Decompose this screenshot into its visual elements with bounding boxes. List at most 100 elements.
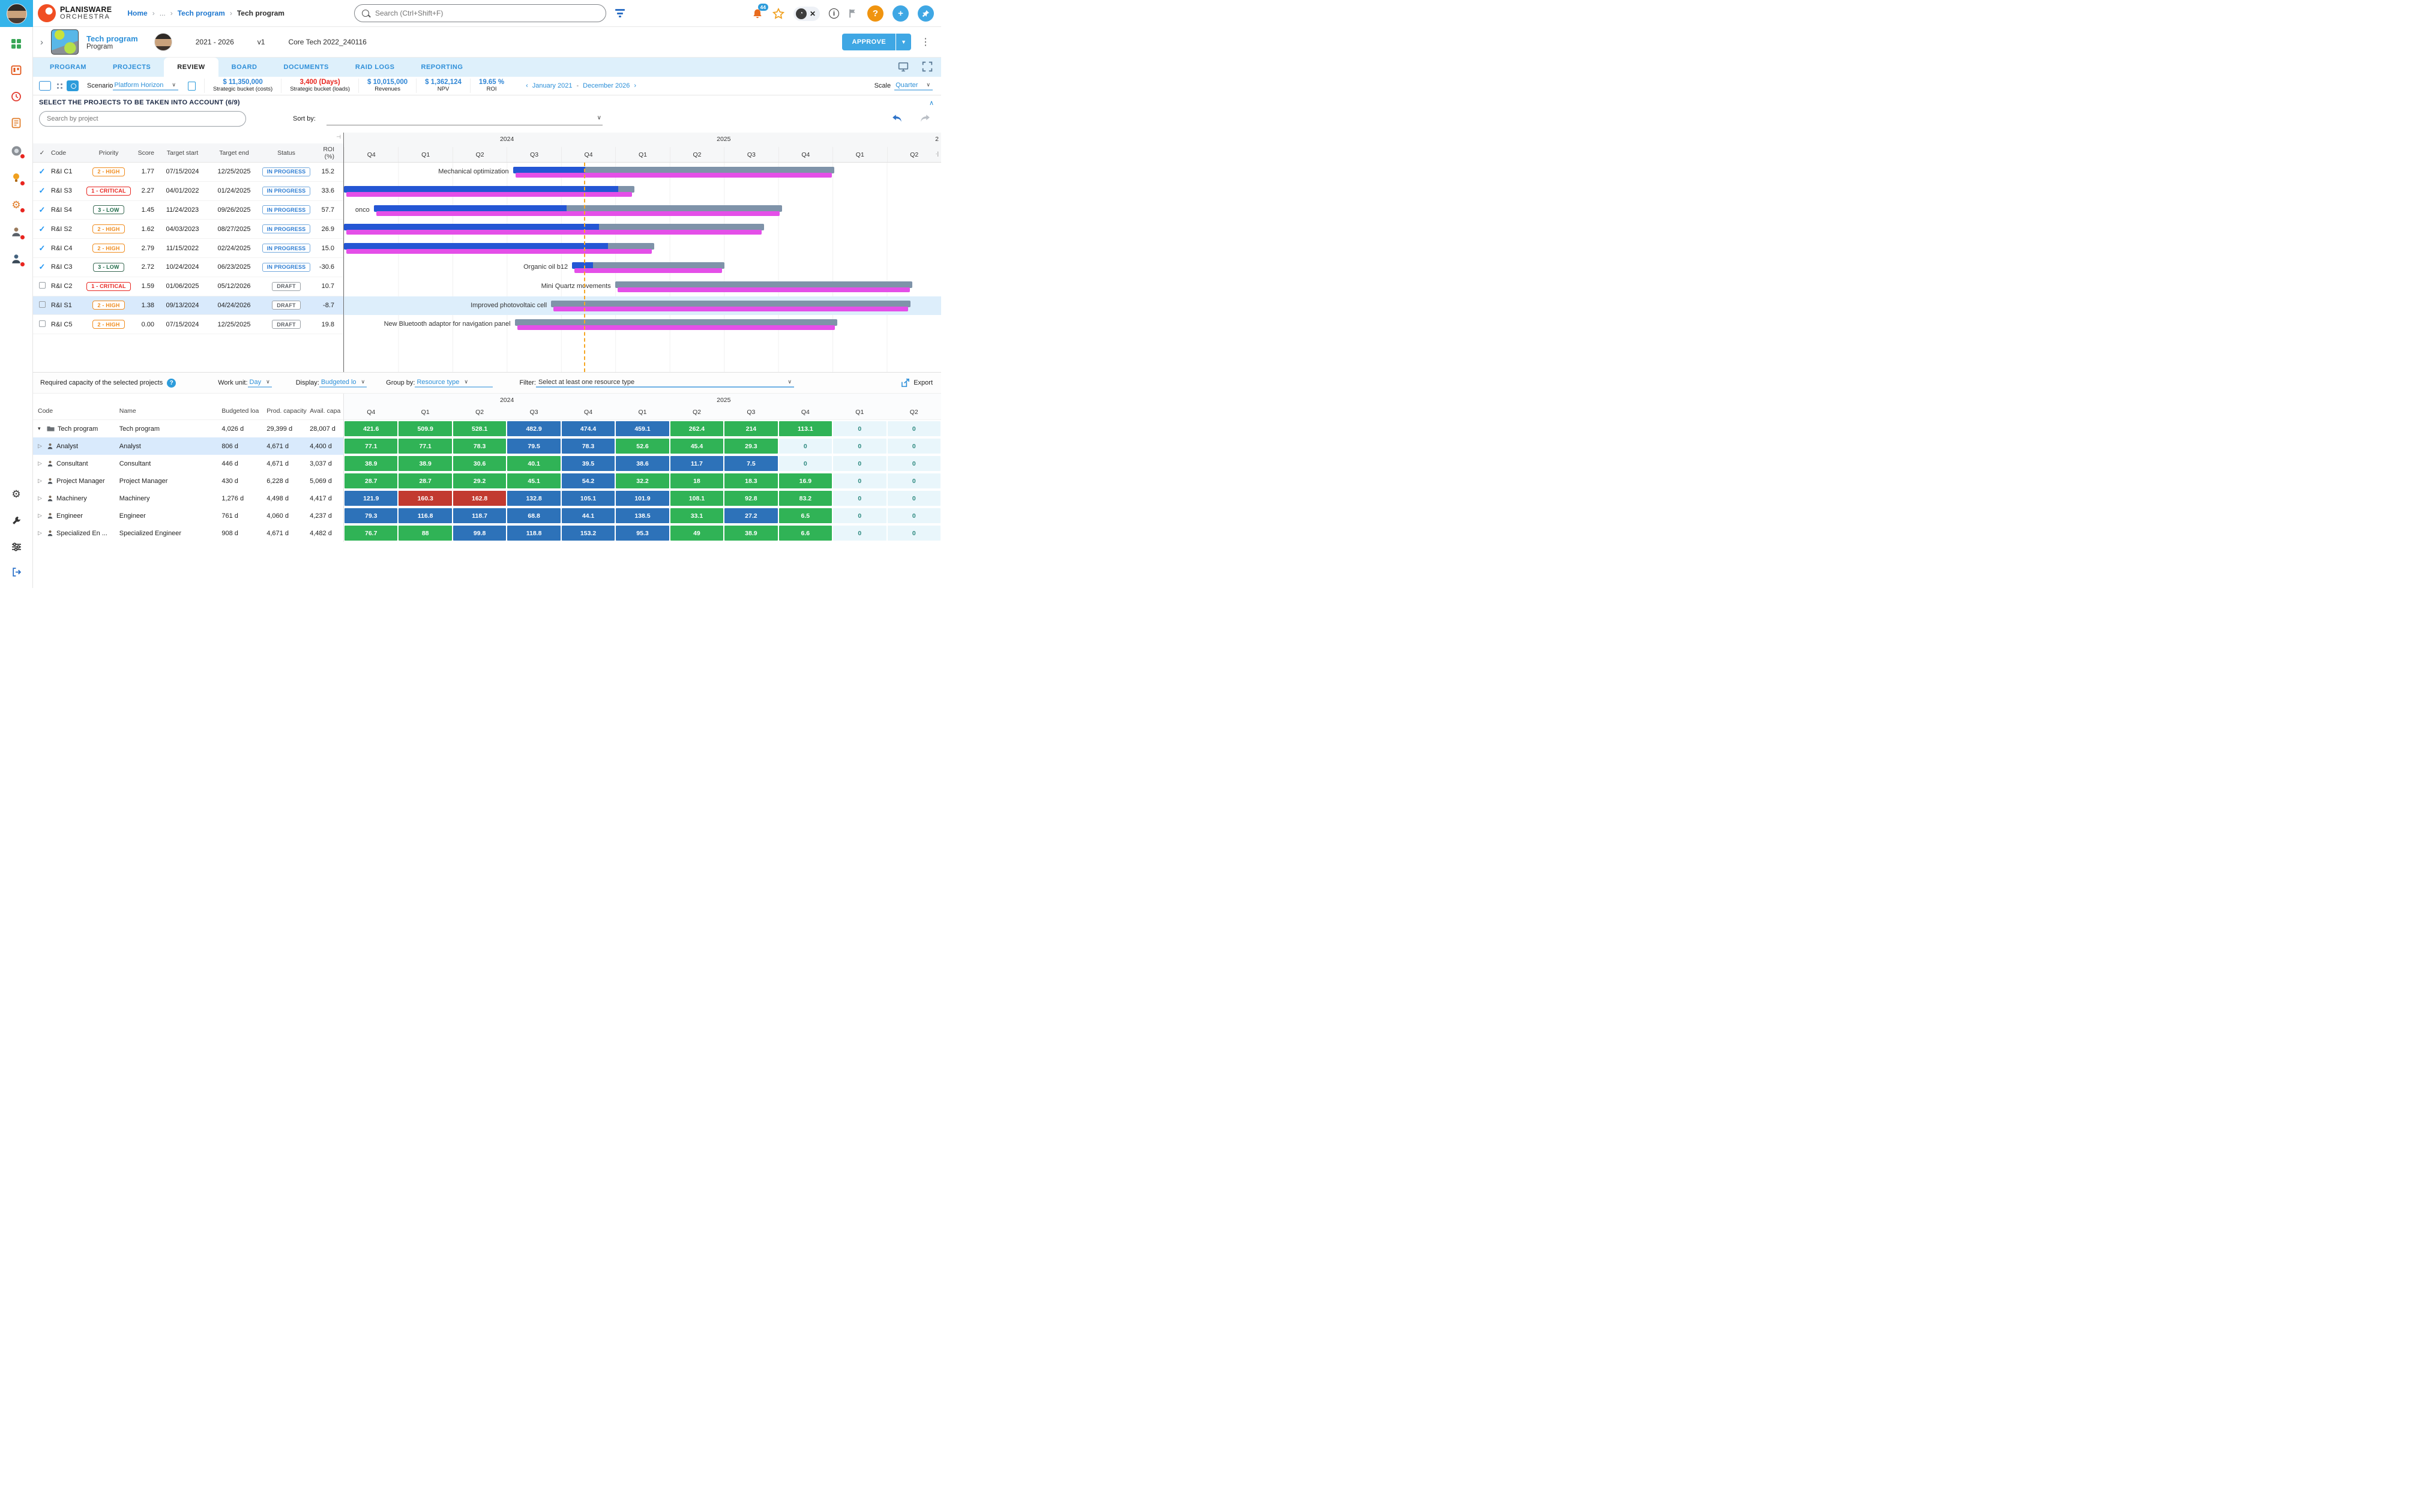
quarter-label[interactable]: Q4 [778, 147, 832, 162]
program-thumbnail[interactable] [51, 29, 79, 55]
column-code[interactable]: Code [33, 407, 117, 415]
redo-icon[interactable] [920, 114, 930, 124]
quarter-label[interactable]: Q4 [778, 404, 832, 419]
gantt-baseline-bar[interactable] [346, 249, 652, 254]
resource-row-machinery[interactable]: ▷MachineryMachinery1,276 d4,498 d4,417 d [33, 490, 343, 507]
quarter-label[interactable]: Q3 [724, 147, 778, 162]
gantt-baseline-bar[interactable] [553, 307, 908, 311]
quarter-label[interactable]: Q4 [561, 404, 615, 419]
info-icon[interactable]: i [829, 8, 839, 19]
logout-icon[interactable] [10, 565, 23, 578]
presentation-icon[interactable] [898, 61, 909, 72]
quarter-label[interactable]: Q3 [507, 147, 561, 162]
project-row-r-i-c2[interactable]: R&I C21 - CRITICAL1.5901/06/202505/12/20… [33, 277, 343, 296]
expander-closed-icon[interactable]: ▷ [38, 530, 44, 536]
form-icon[interactable] [10, 116, 23, 130]
automation-gear-icon[interactable]: ⚙ [10, 198, 23, 211]
gantt-baseline-bar[interactable] [574, 268, 722, 273]
view-active-icon[interactable] [67, 80, 79, 91]
gantt-scroll-handle[interactable]: ·| [936, 151, 939, 157]
help-pin-button[interactable]: ? [867, 5, 883, 22]
scale-select[interactable]: Quarter∨ [894, 82, 933, 91]
gantt-baseline-bar[interactable] [346, 230, 762, 235]
more-options-icon[interactable]: ⋮ [921, 36, 930, 48]
tab-projects[interactable]: PROJECTS [100, 58, 164, 77]
status-toggle[interactable]: ◔ ✕ [793, 7, 820, 21]
column-code[interactable]: Code [51, 149, 86, 157]
column-check[interactable]: ✓ [33, 149, 51, 157]
project-search-input[interactable] [39, 111, 246, 127]
column-prod-capacity[interactable]: Prod. capacity [266, 407, 310, 415]
idea-bulb-icon[interactable] [10, 171, 23, 184]
group-by-select[interactable]: Resource type∨ [415, 379, 493, 388]
work-unit-select[interactable]: Day∨ [248, 379, 272, 388]
pin-button[interactable] [918, 5, 934, 22]
resource-row-project-manager[interactable]: ▷Project ManagerProject Manager430 d6,22… [33, 472, 343, 490]
planisware-logo[interactable]: PLANISWARE ORCHESTRA [60, 6, 112, 21]
resource-row-consultant[interactable]: ▷ConsultantConsultant446 d4,671 d3,037 d [33, 455, 343, 472]
sliders-icon[interactable] [10, 540, 23, 553]
project-checkbox[interactable]: ✓ [33, 262, 51, 272]
tab-documents[interactable]: DOCUMENTS [271, 58, 342, 77]
project-checkbox[interactable] [33, 320, 51, 329]
planisware-logo-icon[interactable] [38, 4, 56, 22]
project-row-r-i-c5[interactable]: R&I C52 - HIGH0.0007/15/202412/25/2025DR… [33, 315, 343, 334]
pane-resize-handle[interactable]: ⊣ [336, 134, 341, 140]
user-icon[interactable] [10, 225, 23, 238]
project-checkbox[interactable]: ✓ [33, 244, 51, 253]
quarter-label[interactable]: Q4 [561, 147, 615, 162]
search-filter-icon[interactable] [615, 9, 625, 17]
gantt-bar[interactable] [374, 205, 783, 212]
apps-grid-icon[interactable] [10, 37, 23, 50]
quarter-label[interactable]: Q1 [832, 404, 886, 419]
collapse-section-icon[interactable]: ∧ [929, 99, 934, 107]
quarter-label[interactable]: Q1 [832, 147, 886, 162]
expander-closed-icon[interactable]: ▷ [38, 443, 44, 449]
filter-select[interactable]: Select at least one resource type∨ [536, 379, 794, 388]
column-budgeted[interactable]: Budgeted loa [221, 407, 266, 415]
team-icon[interactable] [10, 252, 23, 265]
column-roi[interactable]: ROI (%) [313, 146, 339, 160]
clock-icon[interactable] [10, 90, 23, 103]
quarter-label[interactable]: Q3 [724, 404, 778, 419]
expander-open-icon[interactable]: ▾ [38, 425, 44, 432]
project-checkbox[interactable] [33, 282, 51, 290]
program-title[interactable]: Tech program [86, 34, 138, 43]
undo-icon[interactable] [892, 114, 903, 124]
tab-raid-logs[interactable]: RAID LOGS [342, 58, 408, 77]
user-avatar-button[interactable] [0, 0, 33, 27]
scenario-select[interactable]: Platform Horizon∨ [113, 82, 178, 91]
tools-wrench-icon[interactable] [10, 514, 23, 527]
project-checkbox[interactable]: ✓ [33, 167, 51, 176]
export-button[interactable]: Export [901, 379, 933, 388]
gantt-baseline-bar[interactable] [376, 211, 780, 216]
expander-closed-icon[interactable]: ▷ [38, 478, 44, 484]
quarter-label[interactable]: Q2 [453, 147, 507, 162]
project-checkbox[interactable]: ✓ [33, 224, 51, 234]
resource-row-tech-program[interactable]: ▾Tech programTech program4,026 d29,399 d… [33, 420, 343, 437]
project-checkbox[interactable]: ✓ [33, 186, 51, 196]
media-icon[interactable] [10, 144, 23, 157]
period-start[interactable]: January 2021 [532, 82, 573, 89]
quarter-label[interactable]: Q2 [887, 147, 941, 162]
project-row-r-i-c1[interactable]: ✓R&I C12 - HIGH1.7707/15/202412/25/2025I… [33, 163, 343, 182]
help-icon[interactable]: ? [167, 379, 176, 388]
quarter-label[interactable]: Q1 [615, 404, 669, 419]
breadcrumb-item-tech-program[interactable]: Tech program [178, 9, 225, 17]
gantt-baseline-bar[interactable] [346, 192, 632, 197]
tab-review[interactable]: REVIEW [164, 58, 218, 77]
resource-row-analyst[interactable]: ▷AnalystAnalyst806 d4,671 d4,400 d [33, 437, 343, 455]
column-name[interactable]: Name [117, 407, 222, 415]
gantt-bar[interactable] [551, 301, 911, 307]
period-end[interactable]: December 2026 [583, 82, 630, 89]
notifications-bell-icon[interactable]: 44 [751, 8, 763, 20]
quarter-label[interactable]: Q2 [453, 404, 507, 419]
approve-dropdown[interactable]: ▼ [896, 34, 911, 50]
quarter-label[interactable]: Q2 [887, 404, 941, 419]
expand-chevron-icon[interactable]: › [40, 37, 43, 47]
global-search[interactable] [354, 4, 606, 22]
gantt-baseline-bar[interactable] [618, 287, 911, 292]
tab-board[interactable]: BOARD [218, 58, 271, 77]
breadcrumb-item-home[interactable]: Home [127, 9, 147, 17]
quarter-label[interactable]: Q1 [398, 147, 452, 162]
